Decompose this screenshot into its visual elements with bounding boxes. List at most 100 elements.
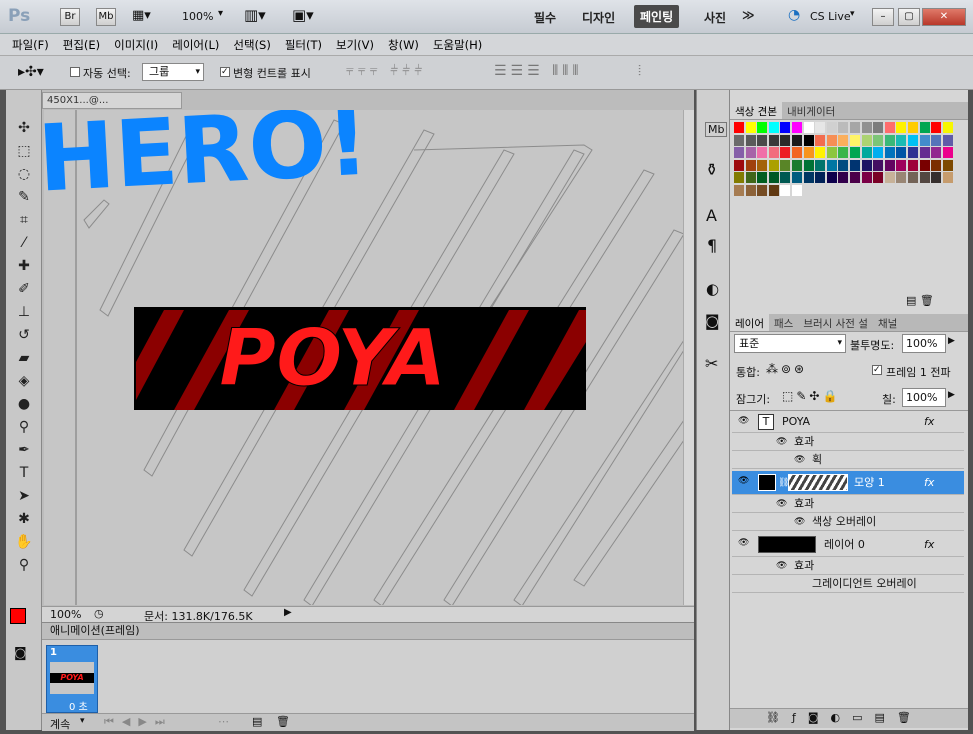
tab-layers[interactable]: 레이어 <box>730 314 769 331</box>
color-swatch[interactable] <box>826 134 837 146</box>
color-swatch[interactable] <box>942 122 953 133</box>
color-swatch[interactable] <box>896 159 907 171</box>
color-swatch[interactable] <box>734 134 744 146</box>
color-swatch[interactable] <box>884 122 895 133</box>
color-swatch[interactable] <box>861 159 872 171</box>
color-swatch[interactable] <box>896 122 907 133</box>
color-swatch[interactable] <box>826 147 837 159</box>
color-swatch[interactable] <box>896 147 907 159</box>
minimize-button[interactable]: – <box>872 8 894 26</box>
color-swatch[interactable] <box>792 122 802 133</box>
color-swatch[interactable] <box>826 122 837 133</box>
zoom-tool-icon[interactable]: ⚲ <box>10 554 38 576</box>
color-swatch[interactable] <box>757 134 768 146</box>
menu-layer[interactable]: 레이어(L) <box>172 37 219 53</box>
brush-tool-icon[interactable]: ✐ <box>10 278 38 300</box>
cs-live-button[interactable]: CS Live <box>810 10 851 23</box>
effects-row[interactable]: 👁 효과 <box>732 433 964 451</box>
color-swatch[interactable] <box>931 134 942 146</box>
effects-row[interactable]: 👁 효과 <box>732 495 964 513</box>
tab-paths[interactable]: 패스 <box>769 314 798 331</box>
color-swatch[interactable] <box>838 122 849 133</box>
color-swatch[interactable] <box>803 147 814 159</box>
vertical-scrollbar[interactable] <box>683 110 694 605</box>
workspace-painting[interactable]: 페인팅 <box>634 5 680 28</box>
tween-icon[interactable]: ⋯ <box>218 715 229 728</box>
color-swatch[interactable] <box>780 122 791 133</box>
opacity-field[interactable]: 100% <box>902 334 946 353</box>
move-tool-icon[interactable]: ✣ <box>10 117 38 139</box>
color-swatch[interactable] <box>792 172 802 184</box>
color-swatch[interactable] <box>768 172 779 184</box>
history-brush-icon[interactable]: ↺ <box>10 324 38 346</box>
color-swatch[interactable] <box>908 172 918 184</box>
path-select-icon[interactable]: ➤ <box>10 485 38 507</box>
fill-arrow-icon[interactable]: ▶ <box>948 390 955 400</box>
color-swatch[interactable] <box>815 122 826 133</box>
color-swatch[interactable] <box>861 147 872 159</box>
playback-controls-icon[interactable]: ⏮◀▶⏭ <box>104 715 173 729</box>
fx-icon[interactable]: fx <box>924 471 934 495</box>
color-swatch[interactable] <box>780 172 791 184</box>
color-swatch[interactable] <box>803 172 814 184</box>
opacity-arrow-icon[interactable]: ▶ <box>948 336 955 346</box>
frame-delay[interactable]: 0 초 <box>69 698 88 713</box>
color-swatch[interactable] <box>850 122 860 133</box>
hand-tool-icon[interactable]: ✋ <box>10 531 38 553</box>
color-swatch[interactable] <box>768 122 779 133</box>
status-menu-icon[interactable]: ◷ <box>94 607 104 620</box>
effects-row[interactable]: 👁 효과 <box>732 557 964 575</box>
paint-bucket-icon[interactable]: ◈ <box>10 370 38 392</box>
color-swatch[interactable] <box>815 147 826 159</box>
loop-chevron-icon[interactable]: ▾ <box>80 716 85 726</box>
color-swatch[interactable] <box>931 122 942 133</box>
effects-eye-icon[interactable]: 👁 <box>776 561 788 571</box>
move-tool-preset-icon[interactable]: ▸✣▾ <box>18 64 44 80</box>
color-swatch[interactable] <box>768 159 779 171</box>
color-swatch[interactable] <box>884 172 895 184</box>
align-icons[interactable]: ⫧⫧⫧ ⫩⫩⫩ <box>346 63 426 79</box>
visibility-eye-icon[interactable]: 👁 <box>738 476 750 486</box>
color-swatch[interactable] <box>908 134 918 146</box>
new-frame-icon[interactable]: ▤ <box>252 715 262 728</box>
effect-gradient-overlay-row[interactable]: 그레이디언트 오버레이 <box>732 575 964 593</box>
color-swatch[interactable] <box>908 122 918 133</box>
color-swatch[interactable] <box>792 134 802 146</box>
auto-select-dropdown[interactable]: 그룹 ▾ <box>142 63 204 81</box>
workspace-essentials[interactable]: 필수 <box>534 9 556 26</box>
propagate-checkbox[interactable]: ✓ <box>872 365 882 375</box>
menu-window[interactable]: 창(W) <box>388 37 419 53</box>
menu-select[interactable]: 선택(S) <box>233 37 270 53</box>
color-swatch[interactable] <box>850 147 860 159</box>
swatch-footer-icons[interactable]: ▤ 🗑 <box>906 294 934 307</box>
color-swatch[interactable] <box>850 172 860 184</box>
visibility-eye-icon[interactable]: 👁 <box>738 538 750 548</box>
color-swatch[interactable] <box>873 122 884 133</box>
color-swatch[interactable] <box>745 172 756 184</box>
fx-icon[interactable]: fx <box>924 411 934 433</box>
workspace-photography[interactable]: 사진 <box>704 9 726 26</box>
mini-bridge-button[interactable]: Mb <box>96 8 116 26</box>
color-swatch[interactable] <box>896 134 907 146</box>
color-swatch[interactable] <box>873 172 884 184</box>
quick-mask-icon[interactable]: ◙ <box>14 646 27 661</box>
zoom-chevron-icon[interactable]: ▾ <box>218 8 223 19</box>
layer-row-shape1[interactable]: 👁 ⛓ 모양 1 fx <box>732 471 964 495</box>
color-swatch[interactable] <box>919 122 930 133</box>
canvas[interactable]: POYA HERO! <box>44 110 684 605</box>
color-swatch[interactable] <box>838 172 849 184</box>
color-swatch[interactable] <box>815 134 826 146</box>
menu-image[interactable]: 이미지(I) <box>114 37 158 53</box>
mini-bridge-panel-icon[interactable]: Mb <box>705 122 728 137</box>
color-swatch[interactable] <box>803 134 814 146</box>
menu-view[interactable]: 보기(V) <box>336 37 374 53</box>
bridge-button[interactable]: Br <box>60 8 80 26</box>
blend-mode-select[interactable]: 표준 ▾ <box>734 334 846 353</box>
animation-frame[interactable]: 1 POYA 0 초 <box>46 645 98 713</box>
color-swatch[interactable] <box>768 147 779 159</box>
color-swatch[interactable] <box>838 147 849 159</box>
color-swatch[interactable] <box>757 147 768 159</box>
color-swatch[interactable] <box>826 159 837 171</box>
extras-menu[interactable]: ▦▾ <box>132 8 162 26</box>
cs-live-icon[interactable]: ◔ <box>788 7 800 23</box>
